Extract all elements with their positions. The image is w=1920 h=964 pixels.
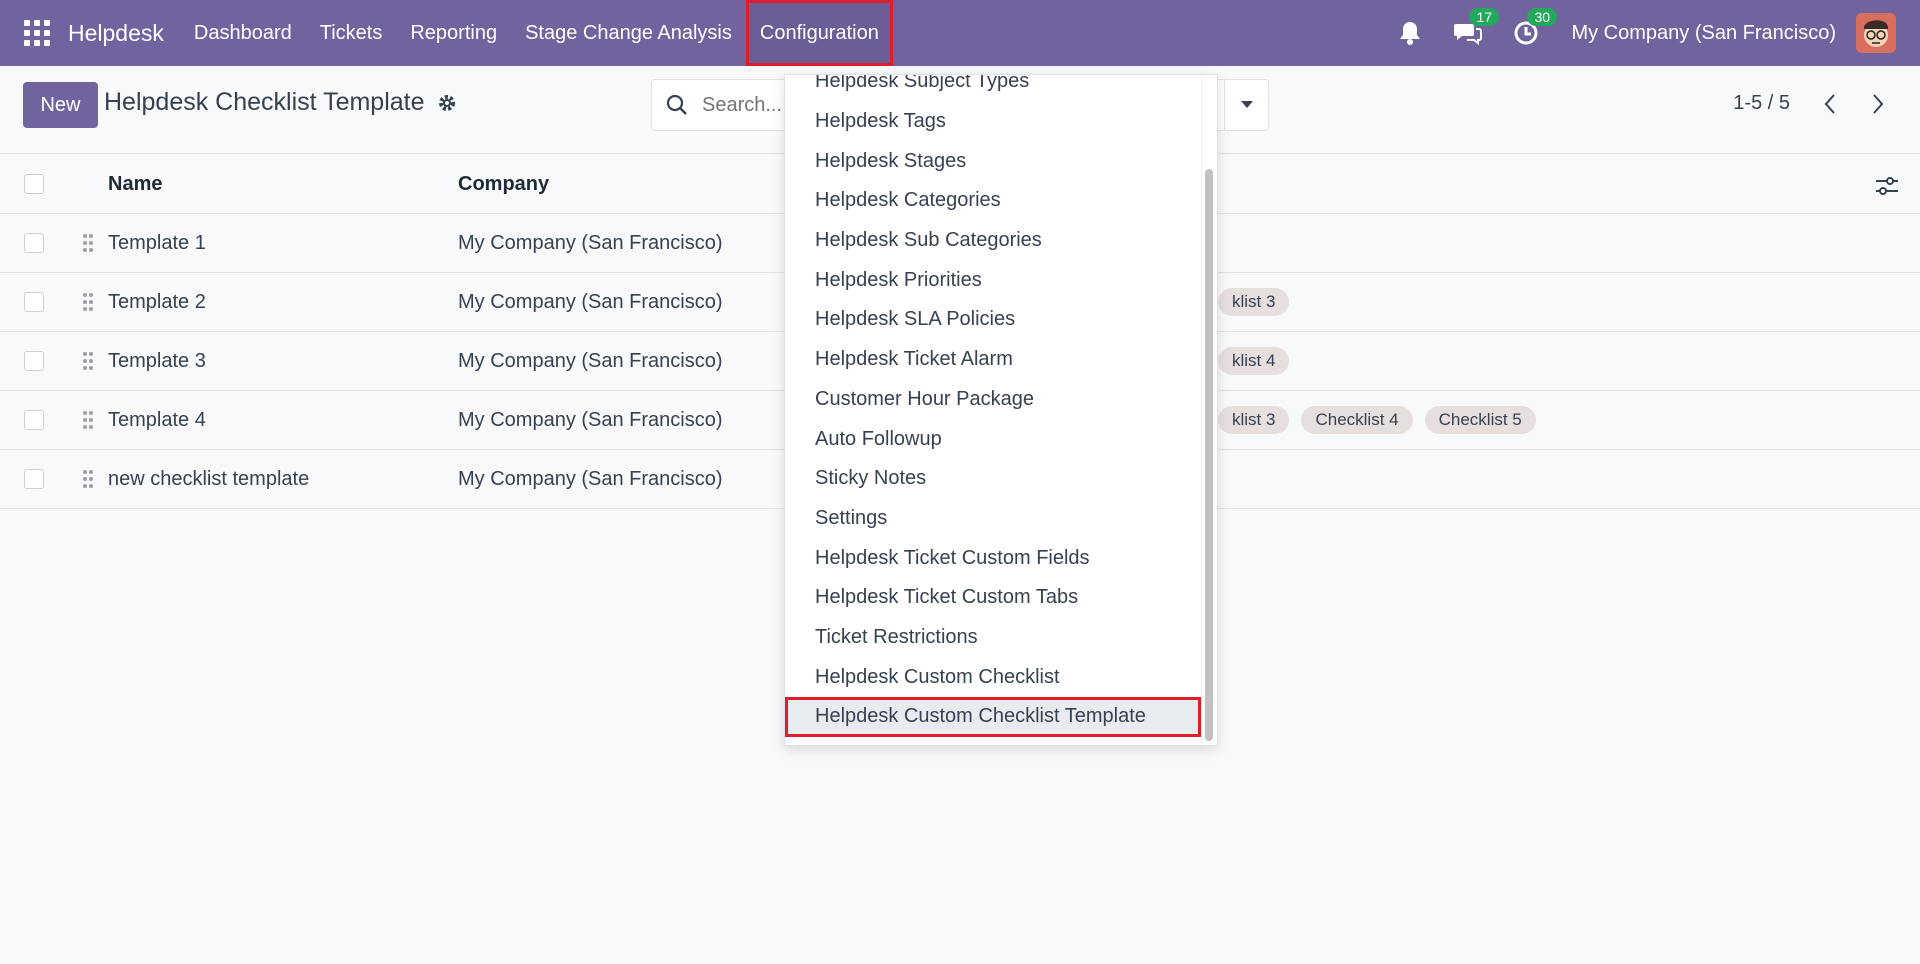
nav-reporting[interactable]: Reporting [396,0,511,66]
chevron-right-icon [1873,94,1884,114]
apps-menu-icon[interactable] [24,20,50,46]
company-switcher[interactable]: My Company (San Francisco) [1571,22,1836,45]
gear-icon[interactable] [437,93,457,113]
activities-clock-icon[interactable]: 30 [1511,8,1558,48]
menu-item-auto-followup[interactable]: Auto Followup [785,419,1201,459]
row-company: My Company (San Francisco) [458,408,723,431]
chevron-left-icon [1824,94,1835,114]
row-name: Template 1 [108,231,206,254]
drag-handle-icon[interactable] [68,410,108,430]
menu-item-ticket-alarm[interactable]: Helpdesk Ticket Alarm [785,340,1201,380]
configuration-menu-list: Helpdesk Subject Types Helpdesk Tags Hel… [785,75,1201,737]
configuration-dropdown: Helpdesk Subject Types Helpdesk Tags Hel… [784,74,1218,746]
pager-value[interactable]: 1-5 / 5 [1733,92,1790,115]
drag-handle-icon[interactable] [68,469,108,489]
optional-columns-icon[interactable] [1874,173,1900,199]
checklist-tag: Checklist 4 [1301,406,1413,434]
menu-item-settings[interactable]: Settings [785,499,1201,539]
menu-item-customer-hour-package[interactable]: Customer Hour Package [785,380,1201,420]
menu-item-priorities[interactable]: Helpdesk Priorities [785,260,1201,300]
row-name: new checklist template [108,467,310,490]
breadcrumb: Helpdesk Checklist Template [104,88,457,117]
select-all-checkbox[interactable] [24,174,44,194]
checklist-tag: Checklist 5 [1424,406,1536,434]
nav-tickets[interactable]: Tickets [306,0,397,66]
menu-item-custom-checklist-template[interactable]: Helpdesk Custom Checklist Template [785,697,1201,737]
menu-item-ticket-custom-fields[interactable]: Helpdesk Ticket Custom Fields [785,538,1201,578]
messages-badge: 17 [1469,8,1500,26]
row-name: Template 4 [108,408,206,431]
nav-dashboard[interactable]: Dashboard [180,0,306,66]
row-checkbox[interactable] [24,292,44,312]
page-title: Helpdesk Checklist Template [104,88,425,116]
row-checkbox[interactable] [24,469,44,489]
row-name: Template 2 [108,290,206,313]
row-company: My Company (San Francisco) [458,290,723,313]
search-icon [666,94,687,115]
new-button[interactable]: New [23,82,98,128]
navbar-right: 17 30 My Company (San Francisco) [1381,0,1920,66]
dropdown-scrollbar[interactable] [1205,169,1213,741]
menu-item-stages[interactable]: Helpdesk Stages [785,141,1201,181]
checklist-tag: klist 3 [1218,288,1290,316]
row-name: Template 3 [108,349,206,372]
bell-icon[interactable] [1395,18,1425,48]
menu-item-sla-policies[interactable]: Helpdesk SLA Policies [785,300,1201,340]
pager-next-button[interactable] [1860,86,1896,122]
row-checkbox[interactable] [24,233,44,253]
column-company-header[interactable]: Company [458,173,830,196]
menu-item-ticket-restrictions[interactable]: Ticket Restrictions [785,618,1201,658]
menu-item-custom-checklist[interactable]: Helpdesk Custom Checklist [785,657,1201,697]
menu-item-sub-categories[interactable]: Helpdesk Sub Categories [785,221,1201,261]
top-navbar: Helpdesk Dashboard Tickets Reporting Sta… [0,0,1920,66]
messages-icon[interactable]: 17 [1453,8,1500,48]
nav-stage-change-analysis[interactable]: Stage Change Analysis [511,0,746,66]
row-company: My Company (San Francisco) [458,349,723,372]
row-checkbox[interactable] [24,410,44,430]
row-company: My Company (San Francisco) [458,467,723,490]
activities-badge: 30 [1527,8,1558,26]
pager-previous-button[interactable] [1812,86,1848,122]
drag-handle-icon[interactable] [68,351,108,371]
menu-item-ticket-custom-tabs[interactable]: Helpdesk Ticket Custom Tabs [785,578,1201,618]
checklist-tag: klist 4 [1218,347,1290,375]
row-checkbox[interactable] [24,351,44,371]
caret-down-icon [1240,101,1253,108]
menu-item-sticky-notes[interactable]: Sticky Notes [785,459,1201,499]
column-name-header[interactable]: Name [108,173,458,196]
drag-handle-icon[interactable] [68,292,108,312]
nav-configuration[interactable]: Configuration [745,0,893,66]
menu-item-subject-types[interactable]: Helpdesk Subject Types [785,75,1201,102]
row-company: My Company (San Francisco) [458,231,723,254]
user-avatar[interactable] [1856,13,1896,53]
app-brand[interactable]: Helpdesk [68,20,164,47]
drag-handle-icon[interactable] [68,233,108,253]
checklist-tag: klist 3 [1218,406,1290,434]
menu-item-categories[interactable]: Helpdesk Categories [785,181,1201,221]
search-options-toggle[interactable] [1224,80,1268,130]
menu-item-tags[interactable]: Helpdesk Tags [785,102,1201,142]
